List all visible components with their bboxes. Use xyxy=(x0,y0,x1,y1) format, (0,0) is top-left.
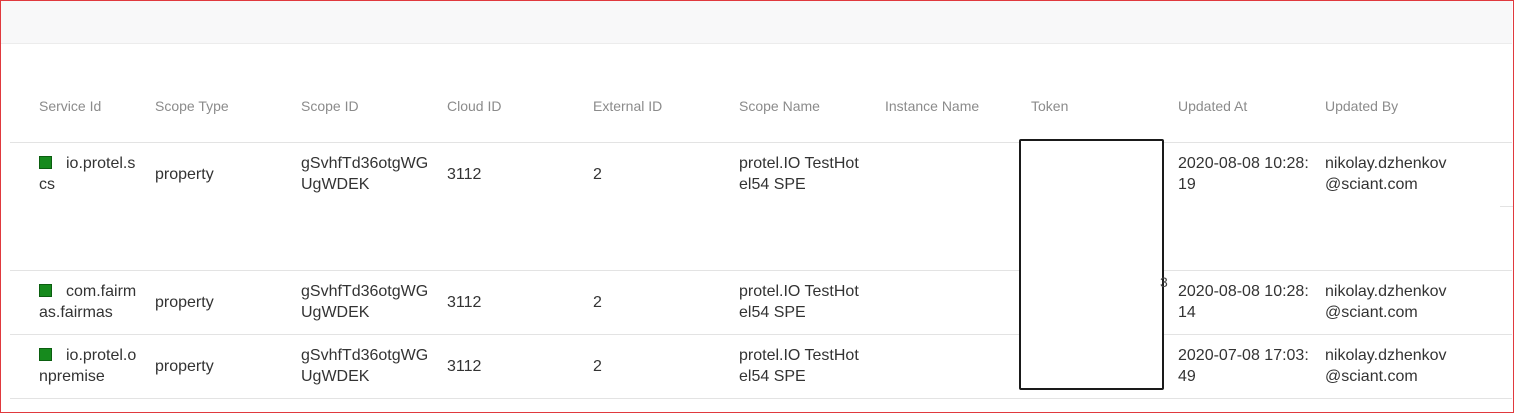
external-id-cell: 2 xyxy=(593,166,602,183)
cloud-id-cell: 3112 xyxy=(447,294,482,311)
header-scope-name[interactable]: Scope Name xyxy=(739,98,820,114)
scope-name-line: el54 SPE xyxy=(739,176,806,193)
scope-id-line: gSvhfTd36otgWG xyxy=(301,283,429,300)
scope-id-line: gSvhfTd36otgWG xyxy=(301,155,429,172)
scope-name-line: protel.IO TestHot xyxy=(739,283,859,300)
service-id-cell: com.fairm as.fairmas xyxy=(39,281,151,323)
scope-type-cell: property xyxy=(155,358,214,375)
scope-name-cell: protel.IO TestHot el54 SPE xyxy=(739,345,859,387)
updated-at-cell: 2020-08-08 10:28: 14 xyxy=(1178,281,1309,323)
header-token[interactable]: Token xyxy=(1031,98,1068,114)
updated-by-line: @sciant.com xyxy=(1325,176,1418,193)
scope-name-line: protel.IO TestHot xyxy=(739,347,859,364)
updated-at-line: 49 xyxy=(1178,368,1196,385)
header-external-id[interactable]: External ID xyxy=(593,98,662,114)
scope-name-line: el54 SPE xyxy=(739,368,806,385)
row-divider xyxy=(1500,206,1513,207)
top-toolbar xyxy=(1,1,1512,44)
scope-name-cell: protel.IO TestHot el54 SPE xyxy=(739,153,859,195)
scope-type-cell: property xyxy=(155,166,214,183)
token-redaction-box xyxy=(1019,139,1164,390)
updated-by-cell: nikolay.dzhenkov @sciant.com xyxy=(1325,153,1447,195)
cloud-id-cell: 3112 xyxy=(447,358,482,375)
header-cloud-id[interactable]: Cloud ID xyxy=(447,98,501,114)
row-divider xyxy=(10,270,1512,271)
scope-type-cell: property xyxy=(155,294,214,311)
updated-at-line: 2020-07-08 17:03: xyxy=(1178,347,1309,364)
updated-by-line: @sciant.com xyxy=(1325,304,1418,321)
scope-id-line: UgWDEK xyxy=(301,304,370,321)
row-divider xyxy=(10,398,1512,399)
cloud-id-cell: 3112 xyxy=(447,166,482,183)
updated-at-line: 2020-08-08 10:28: xyxy=(1178,155,1309,172)
updated-by-line: nikolay.dzhenkov xyxy=(1325,347,1447,364)
scope-name-cell: protel.IO TestHot el54 SPE xyxy=(739,281,859,323)
scope-id-line: gSvhfTd36otgWG xyxy=(301,347,429,364)
updated-by-cell: nikolay.dzhenkov @sciant.com xyxy=(1325,281,1447,323)
header-service-id[interactable]: Service Id xyxy=(39,98,101,114)
scope-id-cell: gSvhfTd36otgWG UgWDEK xyxy=(301,153,428,195)
service-id-line: cs xyxy=(39,176,55,193)
scope-id-line: UgWDEK xyxy=(301,176,370,193)
header-instance-name[interactable]: Instance Name xyxy=(885,98,979,114)
header-scope-type[interactable]: Scope Type xyxy=(155,98,229,114)
updated-at-line: 14 xyxy=(1178,304,1196,321)
row-divider xyxy=(10,142,1512,143)
scope-id-cell: gSvhfTd36otgWG UgWDEK xyxy=(301,345,428,387)
scope-id-line: UgWDEK xyxy=(301,368,370,385)
updated-at-line: 19 xyxy=(1178,176,1196,193)
updated-by-line: nikolay.dzhenkov xyxy=(1325,283,1447,300)
updated-at-line: 2020-08-08 10:28: xyxy=(1178,283,1309,300)
updated-at-cell: 2020-08-08 10:28: 19 xyxy=(1178,153,1309,195)
external-id-cell: 2 xyxy=(593,294,602,311)
scope-name-line: protel.IO TestHot xyxy=(739,155,859,172)
service-id-line: io.protel.s xyxy=(66,155,136,172)
service-id-line: com.fairm xyxy=(66,283,137,300)
updated-by-line: nikolay.dzhenkov xyxy=(1325,155,1447,172)
header-updated-by[interactable]: Updated By xyxy=(1325,98,1398,114)
scope-name-line: el54 SPE xyxy=(739,304,806,321)
updated-by-cell: nikolay.dzhenkov @sciant.com xyxy=(1325,345,1447,387)
updated-at-cell: 2020-07-08 17:03: 49 xyxy=(1178,345,1309,387)
scope-id-cell: gSvhfTd36otgWG UgWDEK xyxy=(301,281,428,323)
updated-by-line: @sciant.com xyxy=(1325,368,1418,385)
service-id-line: io.protel.o xyxy=(66,347,137,364)
service-id-line: npremise xyxy=(39,368,105,385)
token-fragment: 3 xyxy=(1160,274,1168,290)
service-id-cell: io.protel.o npremise xyxy=(39,345,151,387)
row-divider xyxy=(10,334,1512,335)
service-id-line: as.fairmas xyxy=(39,304,113,321)
header-scope-id[interactable]: Scope ID xyxy=(301,98,359,114)
service-id-cell: io.protel.s cs xyxy=(39,153,151,195)
header-updated-at[interactable]: Updated At xyxy=(1178,98,1247,114)
external-id-cell: 2 xyxy=(593,358,602,375)
